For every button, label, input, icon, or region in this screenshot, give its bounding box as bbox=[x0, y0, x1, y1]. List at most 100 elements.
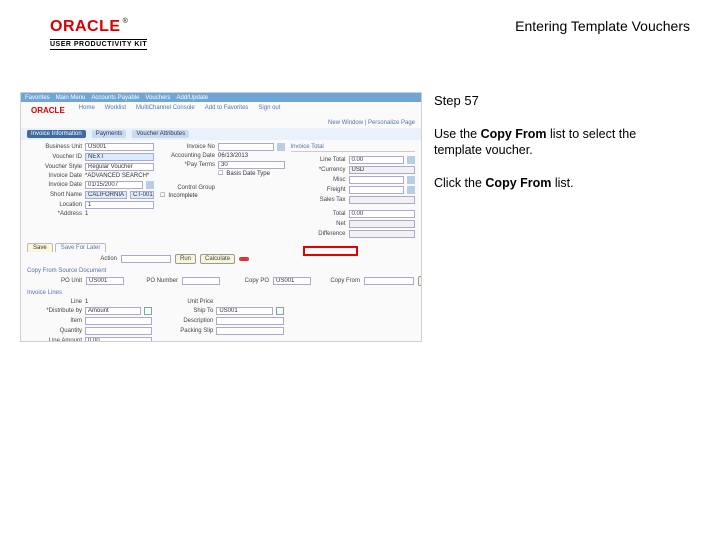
field bbox=[349, 196, 416, 204]
calendar-icon[interactable] bbox=[146, 181, 154, 189]
menu-item[interactable]: Add to Favorites bbox=[205, 105, 249, 115]
instruction-para-1: Use the Copy From list to select the tem… bbox=[434, 126, 677, 160]
label: Voucher ID bbox=[27, 154, 82, 160]
label: Location bbox=[27, 202, 82, 208]
tab[interactable]: Save For Later bbox=[55, 243, 107, 252]
menu-item[interactable]: Home bbox=[79, 105, 95, 115]
label: *Pay Terms bbox=[160, 162, 215, 168]
field[interactable]: 1 bbox=[85, 201, 154, 209]
label: Packing Slip bbox=[158, 328, 213, 334]
label: Sales Tax bbox=[291, 197, 346, 203]
field[interactable]: US001 bbox=[273, 277, 311, 285]
calc-icon[interactable] bbox=[407, 176, 415, 184]
field-suffix[interactable]: CT-001 bbox=[130, 191, 154, 199]
calc-icon[interactable] bbox=[407, 156, 415, 164]
lines-title: Invoice Lines bbox=[21, 288, 421, 296]
label: Voucher Style bbox=[27, 164, 82, 170]
field[interactable] bbox=[216, 317, 283, 325]
label: PO Number bbox=[128, 278, 178, 284]
label: Line Total bbox=[291, 157, 346, 163]
go-button[interactable]: Go bbox=[418, 276, 422, 286]
field[interactable]: 0.00 bbox=[349, 156, 405, 164]
field[interactable] bbox=[182, 277, 220, 285]
field[interactable]: US001 bbox=[85, 143, 154, 151]
label: Item bbox=[27, 318, 82, 324]
field[interactable] bbox=[85, 327, 152, 335]
label: Description bbox=[158, 318, 213, 324]
calc-icon[interactable] bbox=[407, 186, 415, 194]
page-header: ORACLE® USER PRODUCTIVITY KIT Entering T… bbox=[0, 0, 720, 56]
label: Accounting Date bbox=[160, 153, 215, 159]
label: Invoice Date bbox=[27, 182, 82, 188]
field bbox=[349, 230, 416, 238]
label: Freight bbox=[291, 187, 346, 193]
label: Control Group bbox=[160, 185, 215, 191]
field[interactable]: NEXT bbox=[85, 153, 154, 161]
label: Quantity bbox=[27, 328, 82, 334]
new-window-link[interactable]: New Window bbox=[328, 120, 363, 126]
lookup-icon[interactable] bbox=[277, 143, 285, 151]
lookup-icon[interactable] bbox=[144, 307, 152, 315]
label: Unit Price bbox=[158, 299, 213, 305]
oracle-logo-block: ORACLE® USER PRODUCTIVITY KIT bbox=[50, 18, 147, 50]
field[interactable]: Amount bbox=[85, 307, 141, 315]
subnav-item[interactable]: Voucher Attributes bbox=[132, 130, 189, 138]
field[interactable]: 0.00 bbox=[349, 210, 416, 218]
action-label: Action bbox=[27, 256, 117, 262]
menu-item[interactable]: MultiChannel Console bbox=[136, 105, 195, 115]
field[interactable] bbox=[349, 176, 405, 184]
breadcrumb-bar: Favorites Main Menu Accounts Payable Vou… bbox=[21, 93, 421, 102]
col-mid: Invoice No Accounting Date06/13/2013 *Pa… bbox=[160, 143, 285, 238]
label: Difference bbox=[291, 231, 346, 237]
label: Misc bbox=[291, 177, 346, 183]
col-right: Invoice Total Line Total0.00 *CurrencyUS… bbox=[291, 143, 416, 238]
label: *Address bbox=[27, 211, 82, 217]
calc-button[interactable]: Calculate bbox=[200, 254, 235, 264]
lookup-icon[interactable] bbox=[276, 307, 284, 315]
action-row: Action Run Calculate bbox=[21, 252, 421, 266]
field[interactable]: US001 bbox=[86, 277, 124, 285]
label: Business Unit bbox=[27, 144, 82, 150]
crumb: Add/Update bbox=[176, 95, 208, 101]
label: Copy PO bbox=[224, 278, 269, 284]
field[interactable]: 01/15/2007 bbox=[85, 181, 143, 189]
tab[interactable]: Save bbox=[27, 243, 53, 252]
label: Ship To bbox=[158, 308, 213, 314]
instruction-para-2: Click the Copy From list. bbox=[434, 175, 677, 192]
label: Line Amount bbox=[27, 338, 82, 342]
action-select[interactable] bbox=[121, 255, 171, 263]
field[interactable] bbox=[216, 327, 283, 335]
instruction-column: Step 57 Use the Copy From list to select… bbox=[422, 92, 677, 342]
field[interactable] bbox=[85, 317, 152, 325]
label: Net bbox=[291, 221, 346, 227]
voucher-tabs: Save Save For Later bbox=[21, 243, 421, 252]
screenshot-column: Favorites Main Menu Accounts Payable Vou… bbox=[20, 92, 422, 342]
run-button[interactable]: Run bbox=[175, 254, 196, 264]
upk-subtitle: USER PRODUCTIVITY KIT bbox=[50, 39, 147, 50]
field[interactable] bbox=[218, 143, 274, 151]
label: Short Name bbox=[27, 192, 82, 198]
field[interactable]: US001 bbox=[216, 307, 272, 315]
checkbox[interactable]: ☐ bbox=[160, 193, 165, 199]
col-left: Business UnitUS001 Voucher IDNEXT Vouche… bbox=[27, 143, 154, 238]
crumb: Main Menu bbox=[56, 95, 86, 101]
subnav-bar: Invoice Information Payments Voucher Att… bbox=[21, 128, 421, 140]
app-screenshot: Favorites Main Menu Accounts Payable Vou… bbox=[20, 92, 422, 342]
oracle-wordmark: ORACLE® bbox=[50, 18, 128, 36]
field[interactable]: 30 bbox=[218, 161, 285, 169]
field[interactable]: 0.00 bbox=[85, 337, 152, 342]
menu-item[interactable]: Worklist bbox=[105, 105, 126, 115]
personalize-link[interactable]: Personalize Page bbox=[368, 120, 415, 126]
field[interactable]: Regular Voucher bbox=[85, 163, 154, 171]
copy-from-select[interactable] bbox=[364, 277, 414, 285]
label: Line bbox=[27, 299, 82, 305]
content-area: Favorites Main Menu Accounts Payable Vou… bbox=[0, 92, 720, 342]
label: Copy From bbox=[315, 278, 360, 284]
subnav-item[interactable]: Payments bbox=[92, 130, 127, 138]
field[interactable] bbox=[349, 186, 405, 194]
checkbox[interactable]: ☐ bbox=[218, 171, 223, 177]
error-button[interactable] bbox=[239, 257, 249, 261]
subnav-active[interactable]: Invoice Information bbox=[27, 130, 86, 138]
field[interactable]: CALIFORNIA bbox=[85, 191, 127, 199]
menu-item[interactable]: Sign out bbox=[258, 105, 280, 115]
